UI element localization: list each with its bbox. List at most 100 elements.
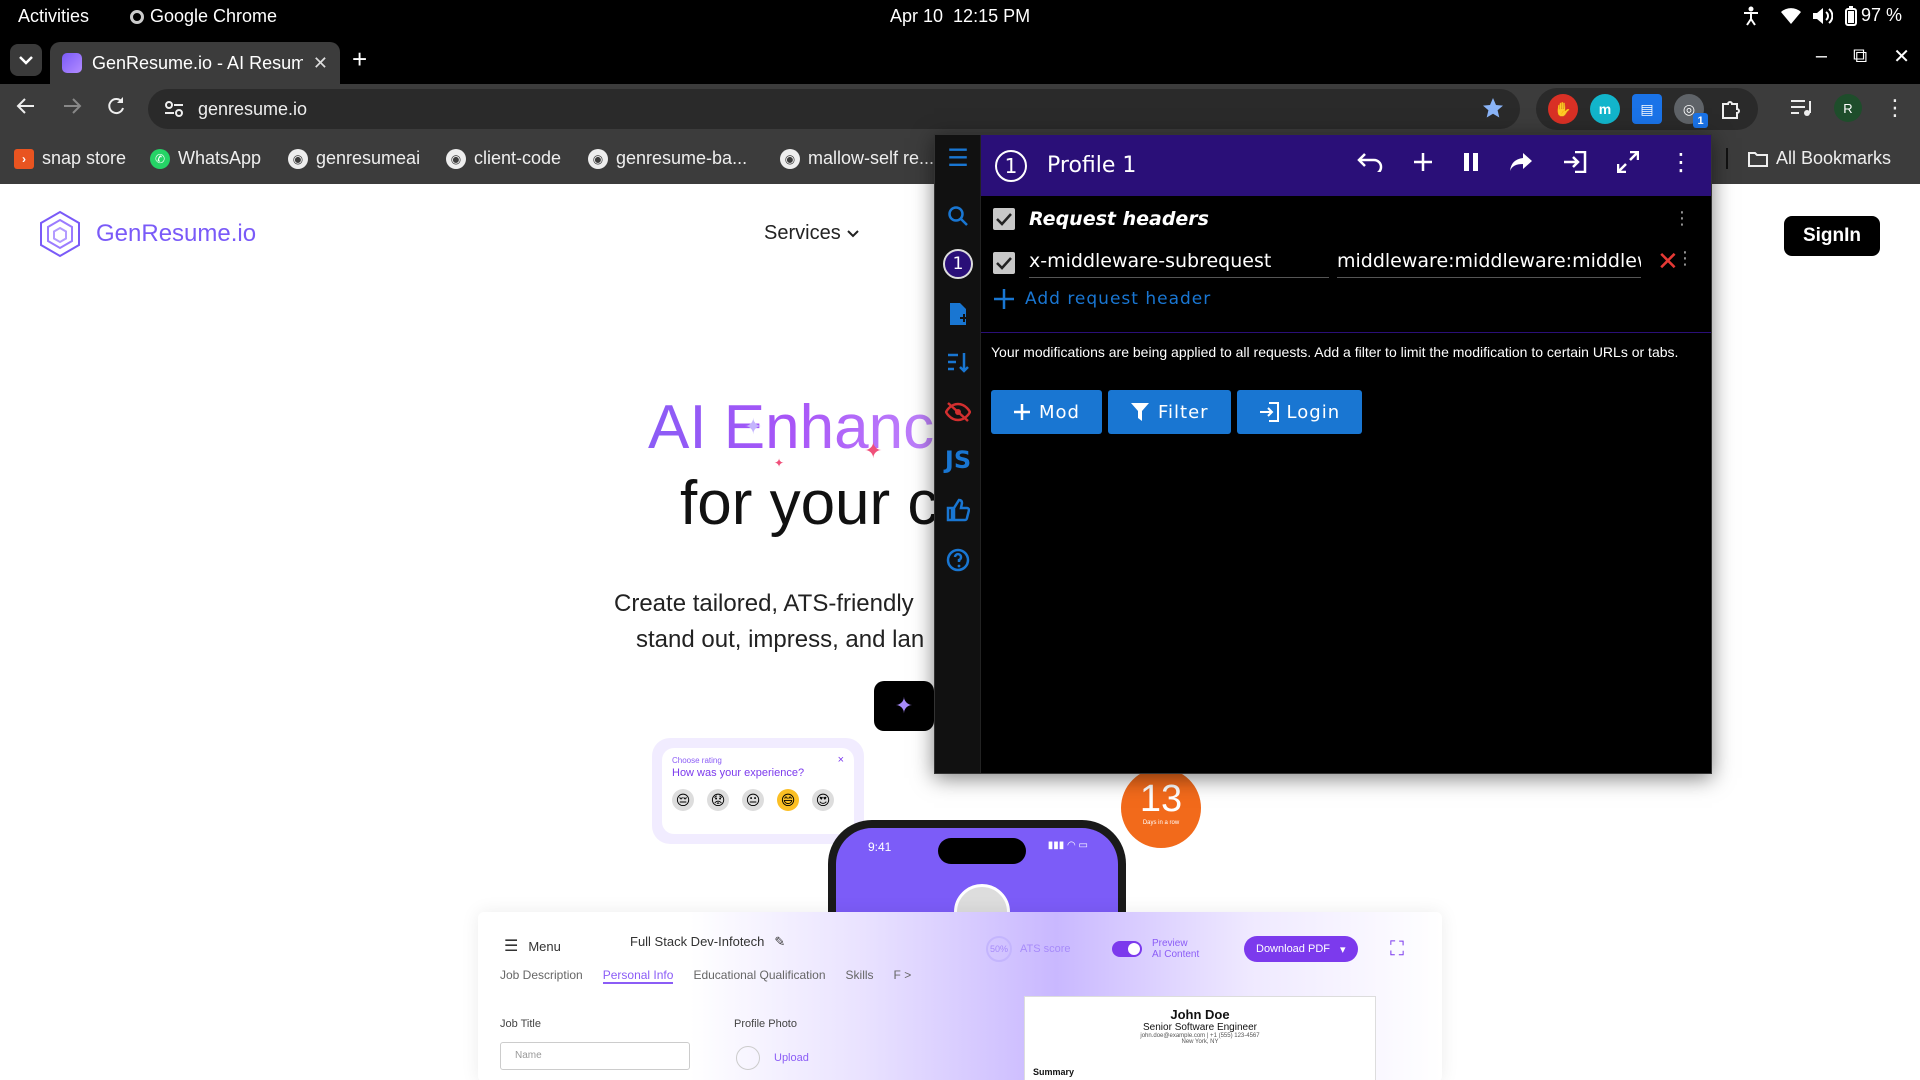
github-icon: ◉ <box>446 148 466 169</box>
tab-job-description[interactable]: Job Description <box>500 968 583 984</box>
puzzle-extensions-icon[interactable] <box>1716 94 1746 124</box>
share-icon[interactable] <box>1509 152 1533 172</box>
volume-icon <box>1812 7 1833 24</box>
add-request-header-button[interactable]: Add request header <box>993 288 1211 310</box>
hamburger-icon: ☰ <box>504 938 519 955</box>
ats-label: ATS score <box>1020 943 1071 955</box>
site-info-icon[interactable] <box>164 100 184 118</box>
add-icon[interactable] <box>1413 152 1433 172</box>
chevron-down-icon: ▾ <box>1339 943 1346 956</box>
close-window-button[interactable]: ✕ <box>1893 44 1910 69</box>
tab-strip: GenResume.io - AI Resum ✕ + – ⧉ ✕ <box>0 34 1920 84</box>
profile-photo-label: Profile Photo <box>734 1018 797 1030</box>
screen-extension-icon[interactable]: ▤ <box>1632 94 1662 124</box>
name-input[interactable]: Name <box>500 1042 690 1070</box>
thumbs-up-icon[interactable] <box>943 495 973 525</box>
help-icon[interactable] <box>943 545 973 575</box>
minimize-button[interactable]: – <box>1816 45 1827 68</box>
bookmark-mallow-self[interactable]: ◉ mallow-self re... <box>780 148 934 169</box>
new-tab-button[interactable]: + <box>352 46 367 72</box>
add-mod-button[interactable]: Mod <box>991 390 1102 434</box>
bookmark-client-code[interactable]: ◉ client-code <box>446 148 561 169</box>
add-header-label: Add request header <box>1025 289 1212 309</box>
download-pdf-button[interactable]: Download PDF ▾ <box>1244 936 1358 962</box>
import-file-icon[interactable] <box>943 299 973 329</box>
signin-button[interactable]: SignIn <box>1784 216 1880 256</box>
chrome-menu-icon[interactable]: ⋮ <box>1884 97 1906 119</box>
bookmark-label: WhatsApp <box>178 148 262 168</box>
fullscreen-icon[interactable]: ⛶ <box>1390 938 1404 961</box>
bookmark-genresume-ba[interactable]: ◉ genresume-ba... <box>588 148 747 169</box>
tab-personal-info[interactable]: Personal Info <box>602 968 674 984</box>
tab-educational-qualification[interactable]: Educational Qualification <box>693 968 825 984</box>
emoji-happy-icon[interactable]: 😄 <box>777 789 799 811</box>
clock[interactable]: Apr 10 12:15 PM <box>890 6 1030 27</box>
header-row-menu-icon[interactable]: ⋮ <box>1676 250 1694 268</box>
edit-icon[interactable]: ✎ <box>774 934 785 950</box>
bookmark-star-icon[interactable] <box>1482 97 1504 124</box>
activities-button[interactable]: Activities <box>18 6 89 27</box>
preview-ai-toggle[interactable]: Preview AI Content <box>1112 938 1199 960</box>
header-value-input[interactable]: middleware:middleware:middleware <box>1337 248 1641 278</box>
emoji-sad-icon[interactable]: 😟 <box>707 789 729 811</box>
back-button[interactable] <box>16 96 36 122</box>
bookmark-genresumeai[interactable]: ◉ genresumeai <box>288 148 420 169</box>
bookmark-snap-store[interactable]: › snap store <box>14 148 126 169</box>
emoji-neutral-icon[interactable]: 😐 <box>742 789 764 811</box>
reload-icon <box>108 97 124 115</box>
genresume-logo[interactable]: GenResume.io <box>38 210 256 258</box>
profile-number-badge[interactable]: 1 <box>995 149 1027 182</box>
pause-icon[interactable] <box>1463 152 1479 172</box>
upload-photo[interactable]: Upload <box>736 1046 809 1070</box>
undo-icon[interactable] <box>1357 152 1383 172</box>
profile-name[interactable]: Profile 1 <box>1047 153 1136 178</box>
section-menu-icon[interactable]: ⋮ <box>1673 210 1691 228</box>
request-headers-checkbox[interactable] <box>993 208 1015 230</box>
add-icon <box>1014 404 1030 420</box>
active-tab[interactable]: GenResume.io - AI Resum ✕ <box>50 42 340 84</box>
system-tray[interactable]: 97 % <box>1743 5 1902 26</box>
get-started-button[interactable]: ✦ <box>874 681 934 731</box>
js-icon[interactable]: JS <box>943 445 973 475</box>
address-bar[interactable]: genresume.io <box>148 89 1520 129</box>
job-title-label: Job Title <box>500 1018 541 1030</box>
maximize-button[interactable]: ⧉ <box>1853 45 1867 68</box>
sort-icon[interactable] <box>943 347 973 377</box>
bookmark-label: genresume-ba... <box>616 148 748 168</box>
date: Apr 10 <box>890 6 944 26</box>
login-button[interactable]: Login <box>1236 390 1363 434</box>
media-control-icon[interactable] <box>1790 99 1812 117</box>
services-nav[interactable]: Services <box>764 222 859 245</box>
profile-avatar[interactable]: R <box>1834 94 1862 122</box>
tab-skills[interactable]: Skills <box>846 968 874 984</box>
profile-1-icon[interactable]: 1 <box>943 249 973 279</box>
chrome-icon <box>130 9 144 24</box>
tab-title: GenResume.io - AI Resum <box>92 52 303 73</box>
all-bookmarks-button[interactable]: All Bookmarks <box>1726 148 1891 169</box>
header-name-input[interactable]: x-middleware-subrequest <box>1029 248 1329 278</box>
close-icon[interactable]: × <box>838 754 844 766</box>
hidden-eye-icon[interactable] <box>943 397 973 427</box>
login-icon[interactable] <box>1563 151 1587 173</box>
tab-search-button[interactable] <box>10 44 42 76</box>
toggle-switch[interactable] <box>1112 941 1142 957</box>
modheader-extension-icon[interactable]: ◎ 1 <box>1674 94 1708 128</box>
search-icon[interactable] <box>943 201 973 231</box>
app-menu[interactable]: ☰ Menu <box>504 936 561 956</box>
hamburger-icon[interactable]: ☰ <box>943 143 973 173</box>
header-row: x-middleware-subrequest middleware:middl… <box>993 248 1703 278</box>
expand-icon[interactable] <box>1617 151 1639 173</box>
emoji-very-sad-icon[interactable]: 😔 <box>672 789 694 811</box>
header-enabled-checkbox[interactable] <box>993 252 1015 274</box>
tab-more[interactable]: F > <box>894 968 912 984</box>
more-vert-icon[interactable]: ⋮ <box>1669 150 1693 174</box>
emoji-love-icon[interactable]: 😍 <box>812 789 834 811</box>
close-tab-icon[interactable]: ✕ <box>313 53 328 74</box>
app-menu[interactable]: Google Chrome <box>130 6 277 27</box>
reload-button[interactable] <box>106 96 126 122</box>
add-filter-button[interactable]: Filter <box>1107 390 1231 434</box>
m-extension-icon[interactable]: m <box>1590 94 1620 124</box>
bookmark-whatsapp[interactable]: ✆ WhatsApp <box>150 148 261 169</box>
forward-button[interactable] <box>62 96 82 122</box>
adblock-extension-icon[interactable]: ✋ <box>1548 94 1578 124</box>
